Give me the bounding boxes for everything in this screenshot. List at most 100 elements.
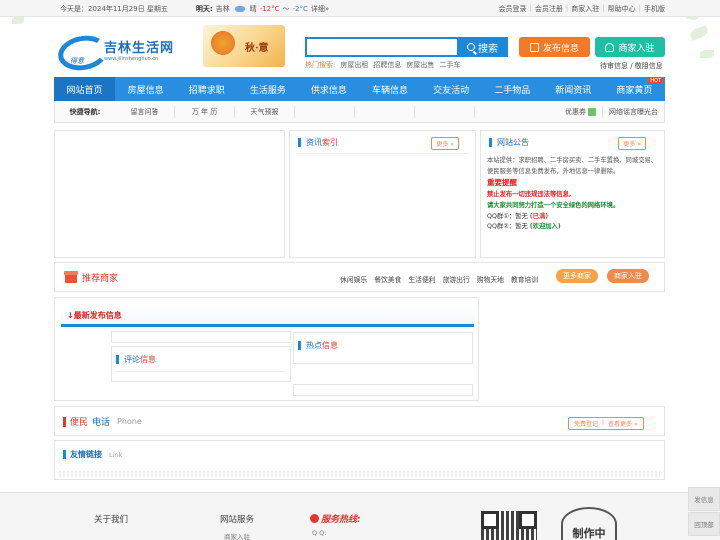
latest-info-title[interactable]: ↓最新发布信息 <box>67 310 122 321</box>
nav-jobs[interactable]: 招聘求职 <box>176 77 237 101</box>
logo-mark-text: 得意 <box>70 57 84 65</box>
nav-life-services[interactable]: 生活服务 <box>237 77 298 101</box>
back-to-top-button[interactable]: 回顶部 <box>688 512 720 536</box>
hot-search-item[interactable]: 招聘信息 <box>373 60 401 70</box>
nav-housing[interactable]: 房屋信息 <box>115 77 176 101</box>
recommended-merchants-title: 推荐商家 <box>64 270 118 284</box>
nav-home[interactable]: 网站首页 <box>54 77 116 101</box>
hot-search-item[interactable]: 二手车 <box>439 60 460 70</box>
help-center-link[interactable]: 帮助中心 <box>608 4 636 14</box>
comments-title-a: 评论 <box>124 355 140 364</box>
more-merchants-button[interactable]: 更多商家 <box>556 269 598 283</box>
comments-title-b: 信息 <box>140 355 156 364</box>
logo-title: 吉林生活网 <box>104 40 175 56</box>
view-more-link[interactable]: 查看更多 » <box>608 419 638 428</box>
weather-label: 明天: <box>195 4 213 13</box>
site-logo[interactable]: 得意 吉林生活网 www.jilinshenghuo.cn <box>56 31 196 67</box>
qq-group-2-status: (欢迎加入) <box>529 223 561 231</box>
quick-nav-label: 快捷导航: <box>69 107 101 116</box>
quick-nav-item[interactable]: 留言问答 <box>115 105 175 118</box>
coupon-link[interactable]: 优惠券 <box>559 105 603 118</box>
nav-supply-demand[interactable]: 供求信息 <box>298 77 359 101</box>
merchant-join-link[interactable]: 商家入驻 <box>571 4 599 14</box>
under-construction-stamp: 制作中 <box>561 507 617 540</box>
rumor-exposure-link[interactable]: 网络谣言曝光台 <box>603 106 664 118</box>
hot-search-item[interactable]: 房屋出租 <box>340 60 368 70</box>
hot-info-panel: 热点 信息 <box>293 332 473 364</box>
notice-panel: 网站公告 更多 » 本站提供：求职招聘、二手房买卖、二手车置换、同城交易、便民服… <box>480 130 665 258</box>
search-button[interactable]: 搜索 <box>457 37 508 57</box>
comments-panel: 评论 信息 <box>111 346 291 382</box>
friend-links-label: 友情链接 <box>70 450 102 459</box>
notice-header: 网站公告 <box>489 137 529 148</box>
temp-low: -12°C <box>259 4 280 13</box>
phone-panel-title: 便民 电话 Phone <box>63 415 142 428</box>
nav-vehicles[interactable]: 车辆信息 <box>359 77 420 101</box>
friend-links-title: 友情链接 Link <box>63 449 122 460</box>
notice-reminder: 重要提醒 <box>487 178 517 188</box>
weather-detail-link[interactable]: 详细» <box>311 4 329 14</box>
nav-dating[interactable]: 交友活动 <box>421 77 482 101</box>
tree-icon <box>209 29 237 57</box>
quick-nav-item[interactable] <box>295 105 355 118</box>
user-icon <box>605 42 615 52</box>
free-register-link[interactable]: 免费登记 <box>574 419 598 428</box>
qq-group-1-status: (已满) <box>529 212 549 220</box>
cloud-icon <box>234 5 245 12</box>
search-input[interactable] <box>305 37 457 57</box>
notice-appeal: 请大家共同努力打造一个安全绿色的网络环境。 <box>487 201 620 209</box>
footer-service-merchant[interactable]: 商家入驻 <box>224 531 250 540</box>
search-button-label: 搜索 <box>478 43 498 55</box>
publish-button[interactable]: 发布信息 <box>519 37 590 57</box>
qr-code-image <box>481 511 537 540</box>
temp-high: -2°C <box>292 4 308 13</box>
hot-search-label: 热门搜索: <box>305 61 336 69</box>
footer-qq: Q Q: <box>312 529 327 537</box>
decor-leaf <box>12 16 24 24</box>
quick-nav: 快捷导航: 留言问答 万 年 历 天气预报 优惠券 网络谣言曝光台 <box>54 101 665 123</box>
weather-city: 吉林 <box>215 4 230 13</box>
quick-nav-item[interactable] <box>415 105 475 118</box>
news-index-more-button[interactable]: 更多 » <box>431 137 459 150</box>
nav-second-hand[interactable]: 二手物品 <box>482 77 543 101</box>
weather-condition: 晴 <box>249 4 257 13</box>
footer-about[interactable]: 关于我们 <box>94 513 128 525</box>
merchant-category[interactable]: 生活便利 <box>408 274 435 284</box>
merchant-category[interactable]: 餐饮美食 <box>374 274 401 284</box>
footer-hotline: 服务热线: <box>310 512 361 525</box>
merchant-category[interactable]: 购物天地 <box>477 274 504 284</box>
merchant-join-button[interactable]: 商家入驻 <box>595 37 665 57</box>
phone-actions: 免费登记 | 查看更多 » <box>568 417 644 430</box>
nav-yellow-pages[interactable]: 商家黄页 HOT <box>604 77 665 101</box>
nav-news[interactable]: 新闻资讯 <box>543 77 604 101</box>
quick-nav-item[interactable]: 天气预报 <box>235 105 295 118</box>
decor-leaf <box>700 50 714 58</box>
footer-service[interactable]: 网站服务 <box>220 513 254 525</box>
login-link[interactable]: 会员登录 <box>499 4 527 14</box>
notice-body: 本站提供：求职招聘、二手房买卖、二手车置换、同城交易、便民服务等信息免费发布，外… <box>487 157 658 175</box>
hot-search-item[interactable]: 房屋出售 <box>406 60 434 70</box>
merchant-category[interactable]: 旅游出行 <box>443 274 470 284</box>
quick-nav-item[interactable] <box>355 105 415 118</box>
notice-more-button[interactable]: 更多 » <box>618 137 646 150</box>
comments-header: 评论 信息 <box>116 354 156 365</box>
pending-info-links[interactable]: 待审信息 / 敬阻信息 <box>600 61 663 71</box>
hot-info-header: 热点 信息 <box>298 340 338 351</box>
notice-title: 网站公告 <box>497 138 529 147</box>
merchant-join-pill[interactable]: 商家入驻 <box>607 269 649 283</box>
hot-info-title-a: 热点 <box>306 341 322 350</box>
phone-title-b: 电话 <box>92 418 111 428</box>
side-publish-button[interactable]: 发信息 <box>688 487 720 511</box>
publish-button-label: 发布信息 <box>542 43 579 54</box>
nav-yellow-pages-label: 商家黄页 <box>616 85 653 96</box>
quick-nav-item[interactable]: 万 年 历 <box>175 105 235 118</box>
mobile-link[interactable]: 手机版 <box>644 4 665 14</box>
merchant-join-label: 商家入驻 <box>618 43 655 54</box>
merchant-category[interactable]: 教育培训 <box>511 274 538 284</box>
register-link[interactable]: 会员注册 <box>535 4 563 14</box>
hot-badge: HOT <box>648 78 663 84</box>
search-bar: 搜索 <box>305 37 508 57</box>
qq-group-1: QQ群①：暂无 (已满) <box>487 212 549 220</box>
top-links: 会员登录 | 会员注册 | 商家入驻 | 帮助中心 | 手机版 <box>498 3 665 14</box>
merchant-category[interactable]: 休闲娱乐 <box>340 274 367 284</box>
